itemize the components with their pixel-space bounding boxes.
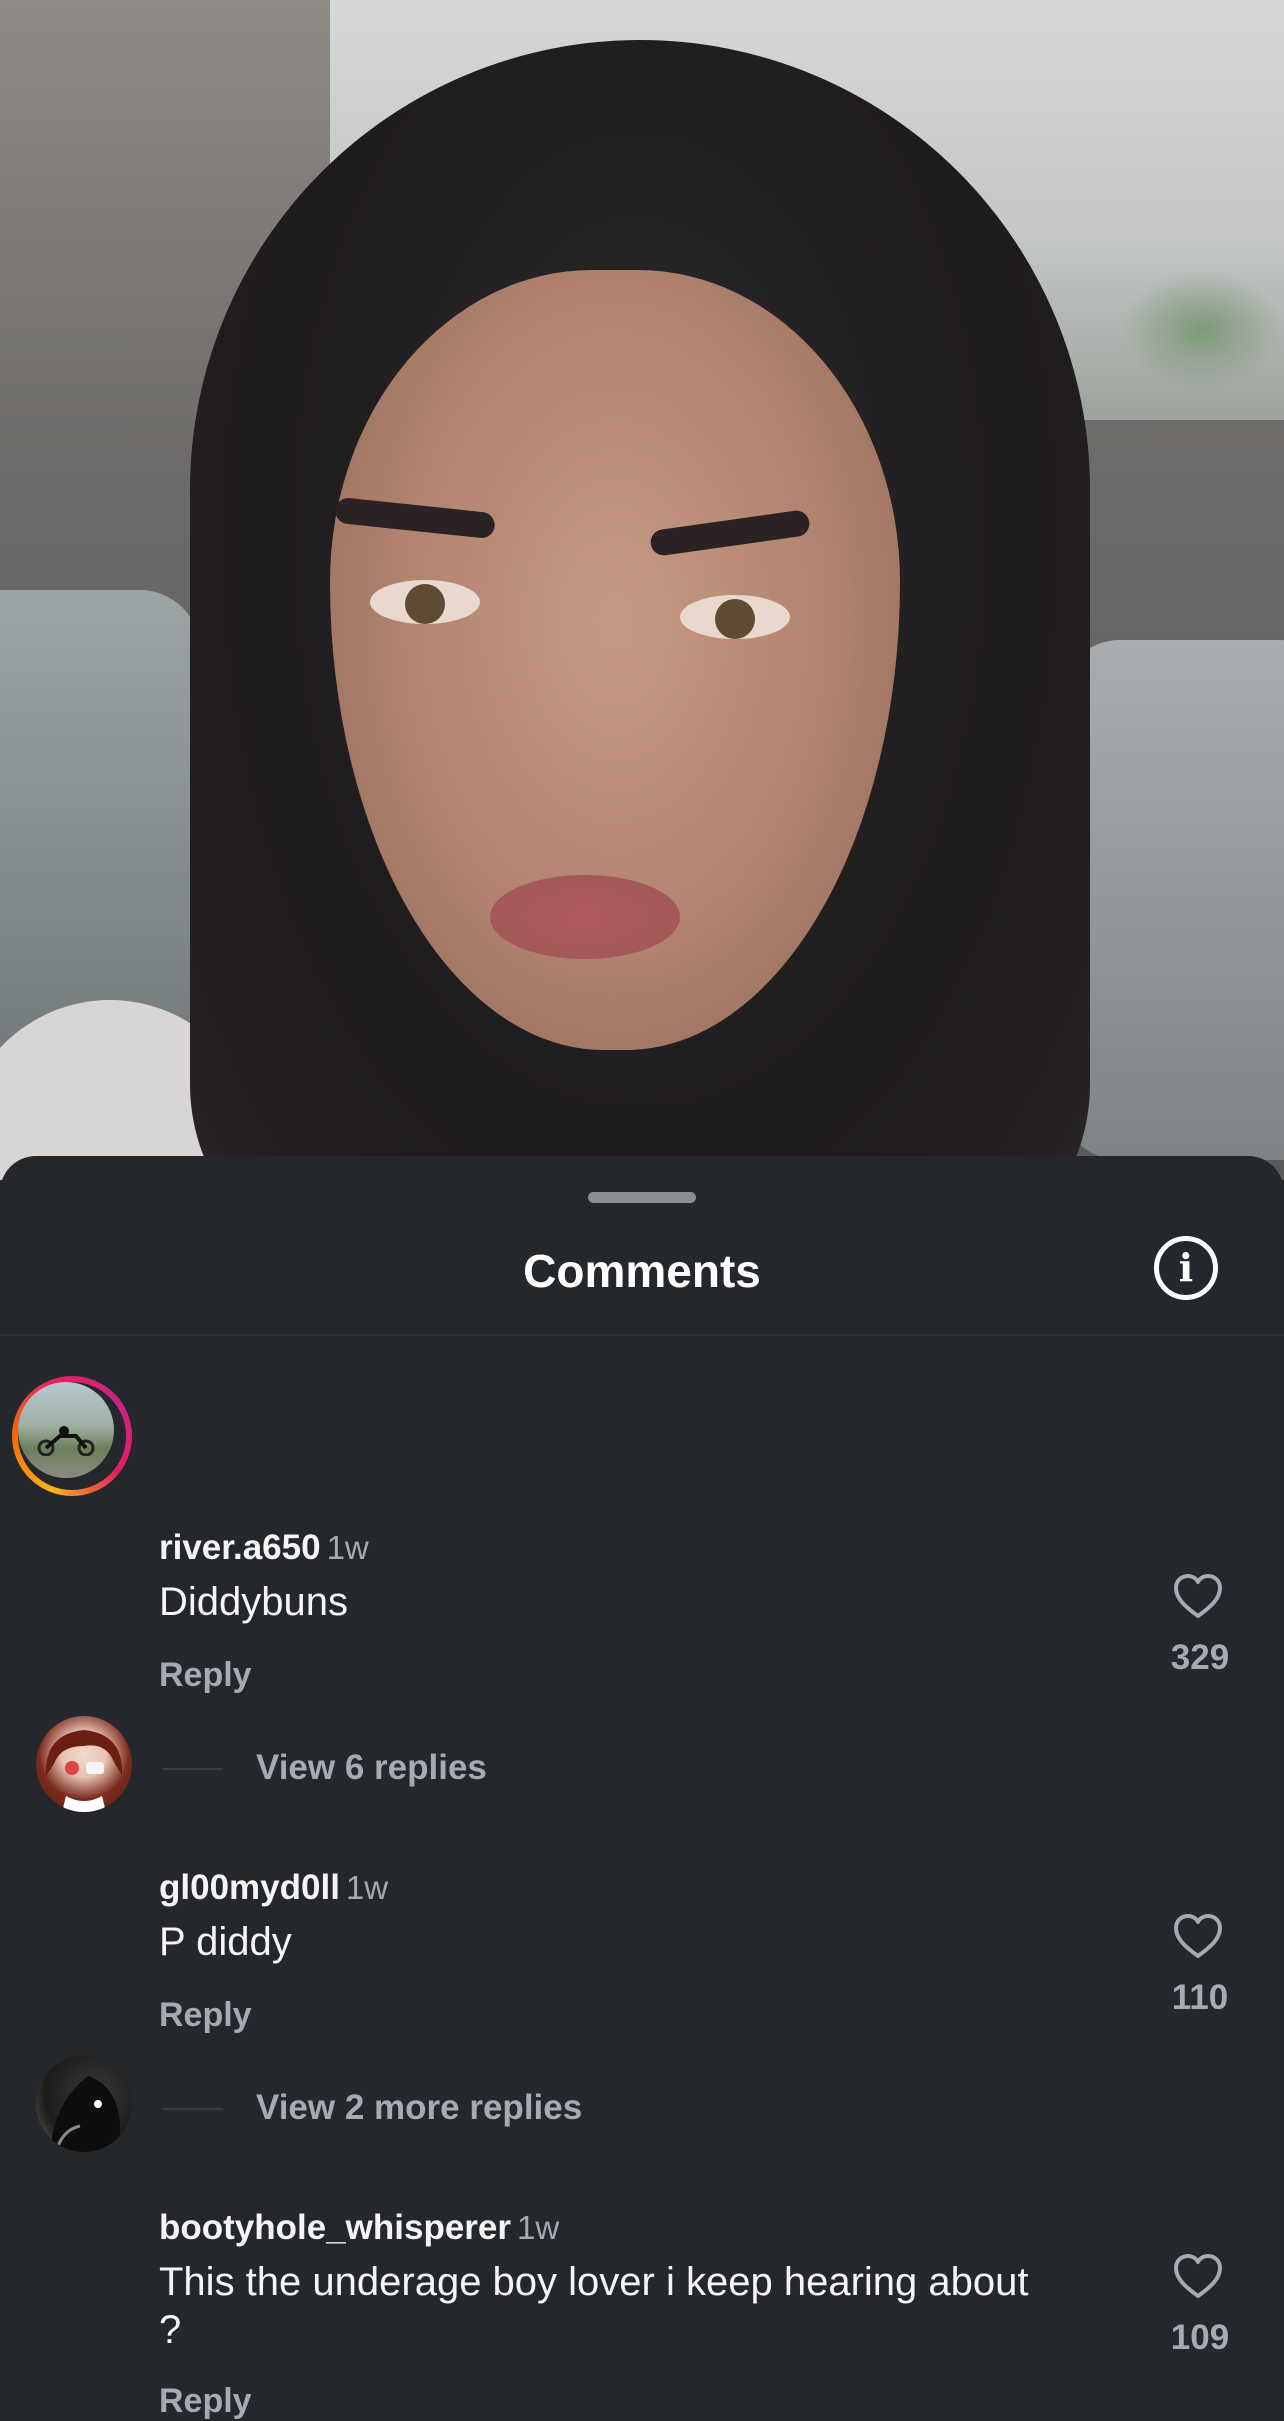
view-replies-label: View 6 replies — [256, 1748, 487, 1787]
sheet-title: Comments — [523, 1245, 761, 1297]
eye-left — [370, 580, 480, 624]
comment-timestamp: 1w — [345, 1869, 389, 1906]
story-ring[interactable] — [12, 1376, 132, 1496]
comment-header: bootyhole_whisperer 1w — [159, 2208, 559, 2248]
window-foliage — [1120, 270, 1284, 390]
sheet-grabber[interactable] — [588, 1192, 696, 1203]
view-replies-label: View 2 more replies — [256, 2088, 583, 2127]
comment-username[interactable]: river.a650 — [159, 1528, 321, 1567]
reply-button[interactable]: Reply — [159, 1996, 252, 2035]
masked-figure-icon — [50, 2076, 120, 2152]
avatar[interactable] — [36, 1716, 132, 1812]
comment-username[interactable]: bootyhole_whisperer — [159, 2208, 511, 2247]
heart-icon[interactable] — [1172, 1912, 1224, 1960]
video-player[interactable] — [0, 0, 1284, 1180]
header-divider — [0, 1334, 1284, 1336]
comment-header: gl00myd0ll 1w — [159, 1868, 388, 1908]
car-seat-right — [1060, 640, 1284, 1160]
comment-timestamp: 1w — [517, 2209, 560, 2246]
heart-icon[interactable] — [1172, 2252, 1224, 2300]
anime-character-icon — [45, 1730, 123, 1812]
comment-header: river.a650 1w — [159, 1528, 369, 1568]
comment-text: P diddy — [159, 1920, 292, 1964]
like-count: 110 — [1171, 1978, 1229, 2017]
motorcycle-icon — [37, 1426, 95, 1456]
comment-text: This the underage boy lover i keep heari… — [159, 2260, 1029, 2352]
like-count: 109 — [1170, 2318, 1230, 2357]
comments-sheet: Comments i river.a650 1w Diddybuns Reply … — [0, 1156, 1284, 2420]
like-count: 329 — [1170, 1638, 1230, 1677]
comment-username[interactable]: gl00myd0ll — [159, 1868, 340, 1907]
reply-thread-line — [163, 2108, 223, 2110]
lips — [490, 875, 680, 959]
reply-button[interactable]: Reply — [159, 2382, 252, 2421]
reply-button[interactable]: Reply — [159, 1656, 252, 1695]
avatar[interactable] — [18, 1382, 114, 1478]
info-icon[interactable]: i — [1154, 1236, 1218, 1300]
reply-thread-line — [163, 1768, 223, 1770]
eye-right — [680, 595, 790, 639]
avatar[interactable] — [36, 2056, 132, 2152]
comment-timestamp: 1w — [326, 1529, 369, 1566]
heart-icon[interactable] — [1172, 1572, 1224, 1620]
comment-text: Diddybuns — [159, 1580, 349, 1624]
